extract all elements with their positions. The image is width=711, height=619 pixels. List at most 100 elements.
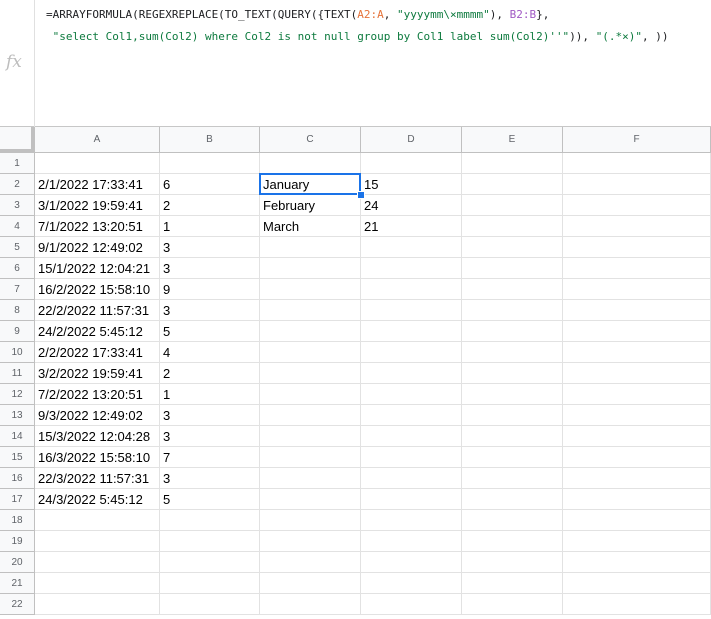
cell-a9[interactable]: 24/2/2022 5:45:12 (35, 321, 160, 342)
cell-c17[interactable] (260, 489, 361, 510)
row-header-10[interactable]: 10 (0, 342, 35, 363)
cell-c21[interactable] (260, 573, 361, 594)
row-header-11[interactable]: 11 (0, 363, 35, 384)
cell-e18[interactable] (462, 510, 563, 531)
cell-a1[interactable] (35, 153, 160, 174)
row-header-8[interactable]: 8 (0, 300, 35, 321)
select-all-corner[interactable] (0, 127, 35, 153)
cell-b9[interactable]: 5 (160, 321, 260, 342)
row-header-7[interactable]: 7 (0, 279, 35, 300)
row-header-13[interactable]: 13 (0, 405, 35, 426)
cell-a4[interactable]: 7/1/2022 13:20:51 (35, 216, 160, 237)
formula-bar[interactable]: fx =ARRAYFORMULA(REGEXREPLACE(TO_TEXT(QU… (0, 0, 711, 127)
cell-e6[interactable] (462, 258, 563, 279)
cell-b20[interactable] (160, 552, 260, 573)
cell-d11[interactable] (361, 363, 462, 384)
cell-c10[interactable] (260, 342, 361, 363)
row-header-9[interactable]: 9 (0, 321, 35, 342)
cell-b2[interactable]: 6 (160, 174, 260, 195)
cell-e19[interactable] (462, 531, 563, 552)
cell-b5[interactable]: 3 (160, 237, 260, 258)
row-header-19[interactable]: 19 (0, 531, 35, 552)
cell-a15[interactable]: 16/3/2022 15:58:10 (35, 447, 160, 468)
cell-e5[interactable] (462, 237, 563, 258)
cell-e16[interactable] (462, 468, 563, 489)
cell-b11[interactable]: 2 (160, 363, 260, 384)
row-header-15[interactable]: 15 (0, 447, 35, 468)
cell-f4[interactable] (563, 216, 711, 237)
cell-b17[interactable]: 5 (160, 489, 260, 510)
cell-a19[interactable] (35, 531, 160, 552)
cell-c3[interactable]: February (260, 195, 361, 216)
row-header-6[interactable]: 6 (0, 258, 35, 279)
cell-d22[interactable] (361, 594, 462, 615)
cell-d4[interactable]: 21 (361, 216, 462, 237)
cell-c22[interactable] (260, 594, 361, 615)
row-header-1[interactable]: 1 (0, 153, 35, 174)
sheet-grid[interactable]: A B C D E F 1 2 2/1/2022 17:33:41 6 January 15 3 3/1/… (0, 127, 711, 619)
cell-f15[interactable] (563, 447, 711, 468)
cell-d3[interactable]: 24 (361, 195, 462, 216)
row-header-21[interactable]: 21 (0, 573, 35, 594)
cell-a10[interactable]: 2/2/2022 17:33:41 (35, 342, 160, 363)
cell-f20[interactable] (563, 552, 711, 573)
cell-f1[interactable] (563, 153, 711, 174)
cell-c1[interactable] (260, 153, 361, 174)
cell-b15[interactable]: 7 (160, 447, 260, 468)
cell-e2[interactable] (462, 174, 563, 195)
cell-e12[interactable] (462, 384, 563, 405)
cell-c11[interactable] (260, 363, 361, 384)
row-header-18[interactable]: 18 (0, 510, 35, 531)
column-header-b[interactable]: B (160, 127, 260, 153)
cell-e13[interactable] (462, 405, 563, 426)
cell-e15[interactable] (462, 447, 563, 468)
cell-f9[interactable] (563, 321, 711, 342)
column-header-e[interactable]: E (462, 127, 563, 153)
cell-b7[interactable]: 9 (160, 279, 260, 300)
cell-a5[interactable]: 9/1/2022 12:49:02 (35, 237, 160, 258)
cell-f17[interactable] (563, 489, 711, 510)
cell-e3[interactable] (462, 195, 563, 216)
cell-a11[interactable]: 3/2/2022 19:59:41 (35, 363, 160, 384)
cell-c8[interactable] (260, 300, 361, 321)
cell-d13[interactable] (361, 405, 462, 426)
cell-e20[interactable] (462, 552, 563, 573)
cell-a14[interactable]: 15/3/2022 12:04:28 (35, 426, 160, 447)
cell-c4[interactable]: March (260, 216, 361, 237)
formula-text[interactable]: =ARRAYFORMULA(REGEXREPLACE(TO_TEXT(QUERY… (46, 4, 711, 48)
cell-f16[interactable] (563, 468, 711, 489)
cell-d2[interactable]: 15 (361, 174, 462, 195)
cell-b14[interactable]: 3 (160, 426, 260, 447)
cell-d16[interactable] (361, 468, 462, 489)
cell-d21[interactable] (361, 573, 462, 594)
row-header-14[interactable]: 14 (0, 426, 35, 447)
cell-d10[interactable] (361, 342, 462, 363)
cell-d12[interactable] (361, 384, 462, 405)
cell-b6[interactable]: 3 (160, 258, 260, 279)
row-header-16[interactable]: 16 (0, 468, 35, 489)
cell-a12[interactable]: 7/2/2022 13:20:51 (35, 384, 160, 405)
cell-a6[interactable]: 15/1/2022 12:04:21 (35, 258, 160, 279)
row-header-17[interactable]: 17 (0, 489, 35, 510)
cell-d6[interactable] (361, 258, 462, 279)
cell-d9[interactable] (361, 321, 462, 342)
cell-d7[interactable] (361, 279, 462, 300)
cell-f18[interactable] (563, 510, 711, 531)
row-header-3[interactable]: 3 (0, 195, 35, 216)
cell-d17[interactable] (361, 489, 462, 510)
cell-c18[interactable] (260, 510, 361, 531)
cell-a17[interactable]: 24/3/2022 5:45:12 (35, 489, 160, 510)
cell-f13[interactable] (563, 405, 711, 426)
cell-e22[interactable] (462, 594, 563, 615)
cell-a2[interactable]: 2/1/2022 17:33:41 (35, 174, 160, 195)
cell-e21[interactable] (462, 573, 563, 594)
cell-e10[interactable] (462, 342, 563, 363)
cell-c14[interactable] (260, 426, 361, 447)
cell-f3[interactable] (563, 195, 711, 216)
cell-b12[interactable]: 1 (160, 384, 260, 405)
cell-e14[interactable] (462, 426, 563, 447)
cell-e1[interactable] (462, 153, 563, 174)
cell-f21[interactable] (563, 573, 711, 594)
row-header-22[interactable]: 22 (0, 594, 35, 615)
cell-d1[interactable] (361, 153, 462, 174)
